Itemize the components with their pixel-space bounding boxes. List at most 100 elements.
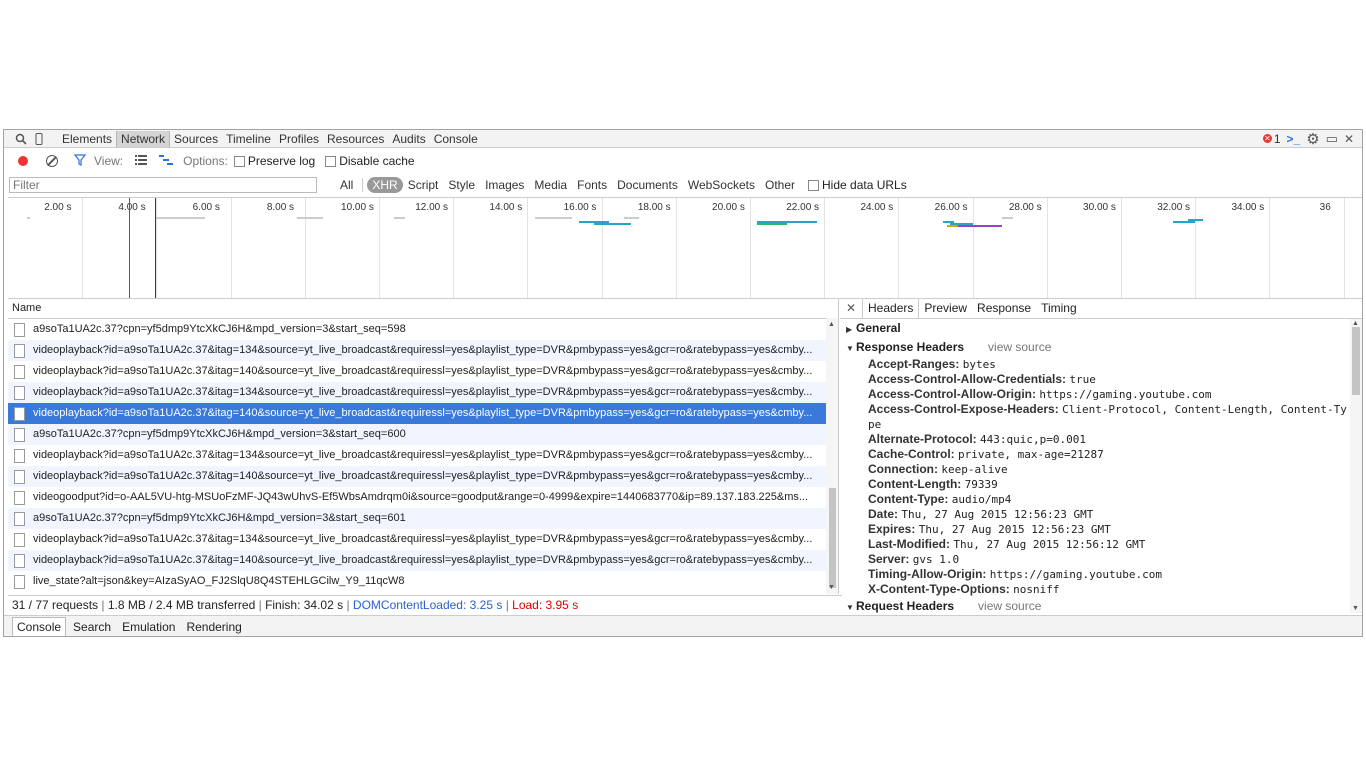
response-headers-section[interactable]: ▼ Response Headers view source (840, 338, 1350, 357)
toolbar-right: ✕ 1 >_ ⚙ ▭ ✕ (1262, 130, 1362, 148)
device-mode-icon[interactable] (30, 131, 48, 147)
header-value: https://gaming.youtube.com (1039, 388, 1212, 401)
collapse-triangle-icon: ▼ (846, 603, 854, 612)
request-row[interactable]: videogoodput?id=o-AAL5VU-htg-MSUoFzMF-JQ… (8, 487, 826, 508)
request-scrollbar[interactable]: ▲ ▼ (826, 318, 838, 594)
request-row[interactable]: videoplayback?id=a9soTa1UA2c.37&itag=140… (8, 361, 826, 382)
request-row[interactable]: live_state?alt=json&key=AIzaSyAO_FJ2SlqU… (8, 571, 826, 592)
panel-tab-audits[interactable]: Audits (388, 131, 429, 147)
request-row[interactable]: a9soTa1UA2c.37?cpn=yf5dmp9YtcXkCJ6H&mpd_… (8, 319, 826, 340)
type-filter-documents[interactable]: Documents (612, 177, 683, 193)
response-header-row: Last-Modified: Thu, 27 Aug 2015 12:56:12… (840, 537, 1350, 552)
request-row[interactable]: videoplayback?id=a9soTa1UA2c.37&itag=140… (8, 550, 826, 571)
request-row[interactable]: videoplayback?id=a9soTa1UA2c.37&itag=140… (8, 403, 826, 424)
timeline-overview[interactable]: 2.00 s 4.00 s 6.00 s 8.00 s 10.00 s 12.00 s 14… (8, 197, 1362, 299)
disable-cache-checkbox[interactable]: Disable cache (325, 154, 415, 168)
panel-tab-sources[interactable]: Sources (170, 131, 222, 147)
file-icon (14, 385, 25, 400)
request-row[interactable]: videoplayback?id=a9soTa1UA2c.37&itag=134… (8, 529, 826, 550)
domcontentloaded-time: DOMContentLoaded: 3.25 s (352, 598, 503, 612)
type-filter-style[interactable]: Style (443, 177, 480, 193)
type-filter-media[interactable]: Media (529, 177, 572, 193)
type-filter-images[interactable]: Images (480, 177, 529, 193)
drawer-tab-emulation[interactable]: Emulation (118, 618, 179, 636)
type-filter-websockets[interactable]: WebSockets (683, 177, 760, 193)
request-row[interactable]: videoplayback?id=a9soTa1UA2c.37&itag=134… (8, 445, 826, 466)
header-value: Thu, 27 Aug 2015 12:56:23 GMT (918, 523, 1111, 536)
overview-tick-label: 2.00 s (44, 202, 72, 213)
type-filter-script[interactable]: Script (403, 177, 444, 193)
type-filter-all[interactable]: All (335, 177, 358, 193)
drawer-tab-console[interactable]: Console (12, 617, 67, 636)
type-filter-fonts[interactable]: Fonts (572, 177, 612, 193)
overview-gridline (230, 198, 232, 298)
request-view-source-link[interactable]: view source (978, 599, 1041, 613)
request-name: videoplayback?id=a9soTa1UA2c.37&itag=134… (33, 449, 813, 461)
request-name: videoplayback?id=a9soTa1UA2c.37&itag=134… (33, 386, 813, 398)
error-counter[interactable]: ✕ 1 (1262, 132, 1281, 146)
large-rows-icon[interactable] (135, 154, 148, 168)
clear-icon[interactable] (46, 155, 58, 167)
search-icon[interactable] (12, 131, 30, 147)
type-filter-xhr[interactable]: XHR (367, 177, 403, 193)
general-section[interactable]: ▶ General (840, 319, 1350, 338)
file-icon (14, 532, 25, 547)
overview-tick-label: 34.00 s (1231, 202, 1265, 213)
hide-data-urls-checkbox[interactable]: Hide data URLs (808, 178, 907, 192)
close-details-icon[interactable]: ✕ (844, 301, 858, 315)
request-name: videoplayback?id=a9soTa1UA2c.37&itag=140… (33, 365, 813, 377)
close-icon[interactable]: ✕ (1344, 132, 1354, 146)
disable-cache-box[interactable] (325, 155, 337, 167)
request-row[interactable]: a9soTa1UA2c.37?cpn=yf5dmp9YtcXkCJ6H&mpd_… (8, 424, 826, 445)
details-tabs: ✕ Headers Preview Response Timing (840, 298, 1362, 319)
response-header-row: Cache-Control: private, max-age=21287 (840, 447, 1350, 462)
panel-tab-elements[interactable]: Elements (58, 131, 116, 147)
type-filter-other[interactable]: Other (760, 177, 800, 193)
panel-tab-console[interactable]: Console (430, 131, 482, 147)
request-count: 31 / 77 requests (12, 598, 99, 612)
filter-input[interactable] (9, 177, 317, 193)
settings-gear-icon[interactable]: ⚙ (1306, 130, 1319, 148)
drawer-tab-rendering[interactable]: Rendering (182, 618, 245, 636)
request-scroll-thumb[interactable] (829, 488, 836, 588)
response-headers-label: Response Headers (856, 340, 965, 354)
details-tab-timing[interactable]: Timing (1036, 299, 1082, 318)
record-button[interactable] (18, 156, 28, 166)
overview-toggle-icon[interactable] (159, 154, 174, 168)
header-value: private, max-age=21287 (958, 448, 1104, 461)
details-scroll-thumb[interactable] (1352, 327, 1360, 395)
request-row[interactable]: videoplayback?id=a9soTa1UA2c.37&itag=140… (8, 466, 826, 487)
request-row[interactable]: a9soTa1UA2c.37?cpn=yf5dmp9YtcXkCJ6H&mpd_… (8, 508, 826, 529)
panel-tab-profiles[interactable]: Profiles (275, 131, 323, 147)
header-value: Thu, 27 Aug 2015 12:56:12 GMT (953, 538, 1146, 551)
request-headers-section[interactable]: ▼ Request Headers view source (840, 597, 1350, 613)
panel-tab-timeline[interactable]: Timeline (222, 131, 275, 147)
panel-tab-network[interactable]: Network (116, 130, 171, 147)
console-drawer-icon[interactable]: >_ (1287, 132, 1301, 146)
details-tab-response[interactable]: Response (972, 299, 1036, 318)
overview-gridline (1121, 198, 1123, 298)
dock-side-icon[interactable]: ▭ (1326, 131, 1338, 147)
scroll-down-icon[interactable]: ▼ (1352, 605, 1359, 612)
scroll-up-icon[interactable]: ▲ (1352, 320, 1359, 327)
file-icon (14, 322, 25, 337)
file-icon (14, 427, 25, 442)
name-column-header[interactable]: Name (8, 298, 838, 319)
details-scrollbar[interactable]: ▲ ▼ (1350, 319, 1362, 613)
overview-gridline (527, 198, 529, 298)
scroll-up-icon[interactable]: ▲ (828, 321, 835, 328)
drawer-tab-search[interactable]: Search (69, 618, 115, 636)
preserve-log-box[interactable] (233, 155, 245, 167)
request-row[interactable]: videoplayback?id=a9soTa1UA2c.37&itag=134… (8, 340, 826, 361)
overview-tick-label: 14.00 s (489, 202, 523, 213)
details-tab-preview[interactable]: Preview (919, 299, 972, 318)
preserve-log-checkbox[interactable]: Preserve log (233, 154, 315, 168)
overview-gridline (156, 198, 158, 298)
panel-tab-resources[interactable]: Resources (323, 131, 388, 147)
request-row[interactable]: videoplayback?id=a9soTa1UA2c.37&itag=134… (8, 382, 826, 403)
response-view-source-link[interactable]: view source (988, 340, 1051, 354)
details-tab-headers[interactable]: Headers (862, 298, 920, 318)
filter-icon[interactable] (73, 153, 87, 169)
scroll-down-icon[interactable]: ▼ (828, 584, 835, 591)
hide-data-urls-box[interactable] (808, 179, 819, 191)
